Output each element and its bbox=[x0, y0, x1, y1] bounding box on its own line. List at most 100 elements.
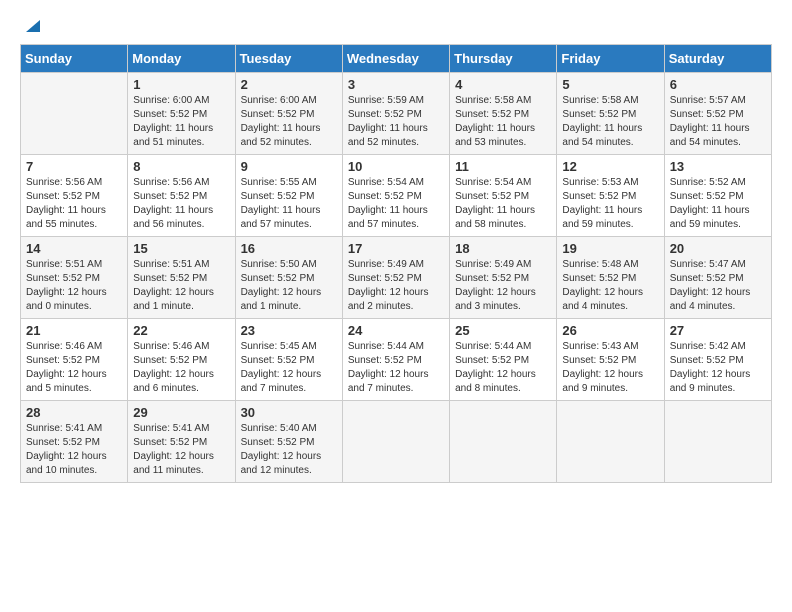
day-info: Sunrise: 5:40 AMSunset: 5:52 PMDaylight:… bbox=[241, 422, 337, 478]
day-info: Sunrise: 5:59 AMSunset: 5:52 PMDaylight:… bbox=[348, 94, 444, 150]
calendar-cell: 19 Sunrise: 5:48 AMSunset: 5:52 PMDayligh… bbox=[557, 237, 664, 319]
day-number: 10 bbox=[348, 159, 444, 174]
day-number: 27 bbox=[670, 323, 766, 338]
calendar-cell: 8 Sunrise: 5:56 AMSunset: 5:52 PMDaylight… bbox=[128, 155, 235, 237]
weekday-header-wednesday: Wednesday bbox=[342, 45, 449, 73]
calendar-cell: 30 Sunrise: 5:40 AMSunset: 5:52 PMDayligh… bbox=[235, 401, 342, 483]
day-number: 2 bbox=[241, 77, 337, 92]
day-info: Sunrise: 5:53 AMSunset: 5:52 PMDaylight:… bbox=[562, 176, 658, 232]
day-info: Sunrise: 5:49 AMSunset: 5:52 PMDaylight:… bbox=[348, 258, 444, 314]
day-number: 12 bbox=[562, 159, 658, 174]
calendar-cell: 16 Sunrise: 5:50 AMSunset: 5:52 PMDayligh… bbox=[235, 237, 342, 319]
day-info: Sunrise: 5:44 AMSunset: 5:52 PMDaylight:… bbox=[455, 340, 551, 396]
calendar-cell: 14 Sunrise: 5:51 AMSunset: 5:52 PMDayligh… bbox=[21, 237, 128, 319]
calendar-cell: 3 Sunrise: 5:59 AMSunset: 5:52 PMDaylight… bbox=[342, 73, 449, 155]
calendar-cell: 11Sunrise: 5:54 AMSunset: 5:52 PMDayligh… bbox=[450, 155, 557, 237]
calendar-cell: 5 Sunrise: 5:58 AMSunset: 5:52 PMDaylight… bbox=[557, 73, 664, 155]
day-number: 8 bbox=[133, 159, 229, 174]
day-number: 30 bbox=[241, 405, 337, 420]
day-info: Sunrise: 5:58 AMSunset: 5:52 PMDaylight:… bbox=[562, 94, 658, 150]
calendar-cell: 24 Sunrise: 5:44 AMSunset: 5:52 PMDayligh… bbox=[342, 319, 449, 401]
day-number: 6 bbox=[670, 77, 766, 92]
calendar-cell: 21Sunrise: 5:46 AMSunset: 5:52 PMDayligh… bbox=[21, 319, 128, 401]
day-info: Sunrise: 5:56 AMSunset: 5:52 PMDaylight:… bbox=[26, 176, 122, 232]
day-number: 4 bbox=[455, 77, 551, 92]
calendar-cell: 10 Sunrise: 5:54 AMSunset: 5:52 PMDayligh… bbox=[342, 155, 449, 237]
calendar-week-row: 14 Sunrise: 5:51 AMSunset: 5:52 PMDayligh… bbox=[21, 237, 772, 319]
day-info: Sunrise: 5:51 AMSunset: 5:52 PMDaylight:… bbox=[26, 258, 122, 314]
day-number: 9 bbox=[241, 159, 337, 174]
calendar-cell bbox=[557, 401, 664, 483]
day-number: 14 bbox=[26, 241, 122, 256]
day-number: 5 bbox=[562, 77, 658, 92]
day-info: Sunrise: 5:54 AMSunset: 5:52 PMDaylight:… bbox=[348, 176, 444, 232]
calendar-body: 1Sunrise: 6:00 AMSunset: 5:52 PMDaylight… bbox=[21, 73, 772, 483]
calendar-cell: 2Sunrise: 6:00 AMSunset: 5:52 PMDaylight… bbox=[235, 73, 342, 155]
day-info: Sunrise: 5:41 AMSunset: 5:52 PMDaylight:… bbox=[133, 422, 229, 478]
calendar-cell: 20 Sunrise: 5:47 AMSunset: 5:52 PMDayligh… bbox=[664, 237, 771, 319]
calendar-cell: 28 Sunrise: 5:41 AMSunset: 5:52 PMDayligh… bbox=[21, 401, 128, 483]
day-number: 29 bbox=[133, 405, 229, 420]
calendar-cell bbox=[664, 401, 771, 483]
calendar-header: SundayMondayTuesdayWednesdayThursdayFrid… bbox=[21, 45, 772, 73]
calendar-cell: 23 Sunrise: 5:45 AMSunset: 5:52 PMDayligh… bbox=[235, 319, 342, 401]
day-info: Sunrise: 5:55 AMSunset: 5:52 PMDaylight:… bbox=[241, 176, 337, 232]
day-info: Sunrise: 5:48 AMSunset: 5:52 PMDaylight:… bbox=[562, 258, 658, 314]
day-info: Sunrise: 5:47 AMSunset: 5:52 PMDaylight:… bbox=[670, 258, 766, 314]
day-info: Sunrise: 5:49 AMSunset: 5:52 PMDaylight:… bbox=[455, 258, 551, 314]
day-info: Sunrise: 5:41 AMSunset: 5:52 PMDaylight:… bbox=[26, 422, 122, 478]
calendar-cell: 6Sunrise: 5:57 AMSunset: 5:52 PMDaylight… bbox=[664, 73, 771, 155]
calendar-cell: 15 Sunrise: 5:51 AMSunset: 5:52 PMDayligh… bbox=[128, 237, 235, 319]
calendar-cell: 22 Sunrise: 5:46 AMSunset: 5:52 PMDayligh… bbox=[128, 319, 235, 401]
day-info: Sunrise: 5:56 AMSunset: 5:52 PMDaylight:… bbox=[133, 176, 229, 232]
day-number: 28 bbox=[26, 405, 122, 420]
calendar-cell bbox=[342, 401, 449, 483]
day-number: 7 bbox=[26, 159, 122, 174]
weekday-header-saturday: Saturday bbox=[664, 45, 771, 73]
calendar-cell: 7 Sunrise: 5:56 AMSunset: 5:52 PMDaylight… bbox=[21, 155, 128, 237]
day-number: 20 bbox=[670, 241, 766, 256]
day-info: Sunrise: 5:58 AMSunset: 5:52 PMDaylight:… bbox=[455, 94, 551, 150]
calendar-cell: 13Sunrise: 5:52 AMSunset: 5:52 PMDayligh… bbox=[664, 155, 771, 237]
weekday-header-thursday: Thursday bbox=[450, 45, 557, 73]
calendar-cell bbox=[21, 73, 128, 155]
day-number: 25 bbox=[455, 323, 551, 338]
day-number: 13 bbox=[670, 159, 766, 174]
day-number: 24 bbox=[348, 323, 444, 338]
day-number: 23 bbox=[241, 323, 337, 338]
day-info: Sunrise: 5:42 AMSunset: 5:52 PMDaylight:… bbox=[670, 340, 766, 396]
calendar-cell: 17 Sunrise: 5:49 AMSunset: 5:52 PMDayligh… bbox=[342, 237, 449, 319]
day-info: Sunrise: 5:46 AMSunset: 5:52 PMDaylight:… bbox=[133, 340, 229, 396]
day-number: 19 bbox=[562, 241, 658, 256]
day-info: Sunrise: 5:45 AMSunset: 5:52 PMDaylight:… bbox=[241, 340, 337, 396]
weekday-header-tuesday: Tuesday bbox=[235, 45, 342, 73]
logo-triangle-icon bbox=[22, 16, 40, 34]
calendar-cell bbox=[450, 401, 557, 483]
weekday-header-sunday: Sunday bbox=[21, 45, 128, 73]
calendar-cell: 18Sunrise: 5:49 AMSunset: 5:52 PMDayligh… bbox=[450, 237, 557, 319]
day-number: 17 bbox=[348, 241, 444, 256]
day-number: 1 bbox=[133, 77, 229, 92]
day-number: 3 bbox=[348, 77, 444, 92]
day-info: Sunrise: 5:43 AMSunset: 5:52 PMDaylight:… bbox=[562, 340, 658, 396]
calendar-cell: 4 Sunrise: 5:58 AMSunset: 5:52 PMDaylight… bbox=[450, 73, 557, 155]
calendar-week-row: 21 Sunrise: 5:46 AMSunset: 5:52 PMDayligh… bbox=[21, 319, 772, 401]
calendar-cell: 29 Sunrise: 5:41 AMSunset: 5:52 PMDayligh… bbox=[128, 401, 235, 483]
day-number: 11 bbox=[455, 159, 551, 174]
calendar-cell: 25 Sunrise: 5:44 AMSunset: 5:52 PMDayligh… bbox=[450, 319, 557, 401]
day-number: 22 bbox=[133, 323, 229, 338]
calendar-cell: 12 Sunrise: 5:53 AMSunset: 5:52 PMDayligh… bbox=[557, 155, 664, 237]
calendar-week-row: 28 Sunrise: 5:41 AMSunset: 5:52 PMDayligh… bbox=[21, 401, 772, 483]
day-number: 15 bbox=[133, 241, 229, 256]
day-info: Sunrise: 5:44 AMSunset: 5:52 PMDaylight:… bbox=[348, 340, 444, 396]
weekday-header-monday: Monday bbox=[128, 45, 235, 73]
day-info: Sunrise: 5:51 AMSunset: 5:52 PMDaylight:… bbox=[133, 258, 229, 314]
day-number: 16 bbox=[241, 241, 337, 256]
day-number: 21 bbox=[26, 323, 122, 338]
calendar-table: SundayMondayTuesdayWednesdayThursdayFrid… bbox=[20, 44, 772, 483]
calendar-week-row: 1Sunrise: 6:00 AMSunset: 5:52 PMDaylight… bbox=[21, 73, 772, 155]
calendar-cell: 27 Sunrise: 5:42 AMSunset: 5:52 PMDayligh… bbox=[664, 319, 771, 401]
weekday-header-friday: Friday bbox=[557, 45, 664, 73]
day-info: Sunrise: 5:50 AMSunset: 5:52 PMDaylight:… bbox=[241, 258, 337, 314]
logo bbox=[20, 20, 40, 34]
